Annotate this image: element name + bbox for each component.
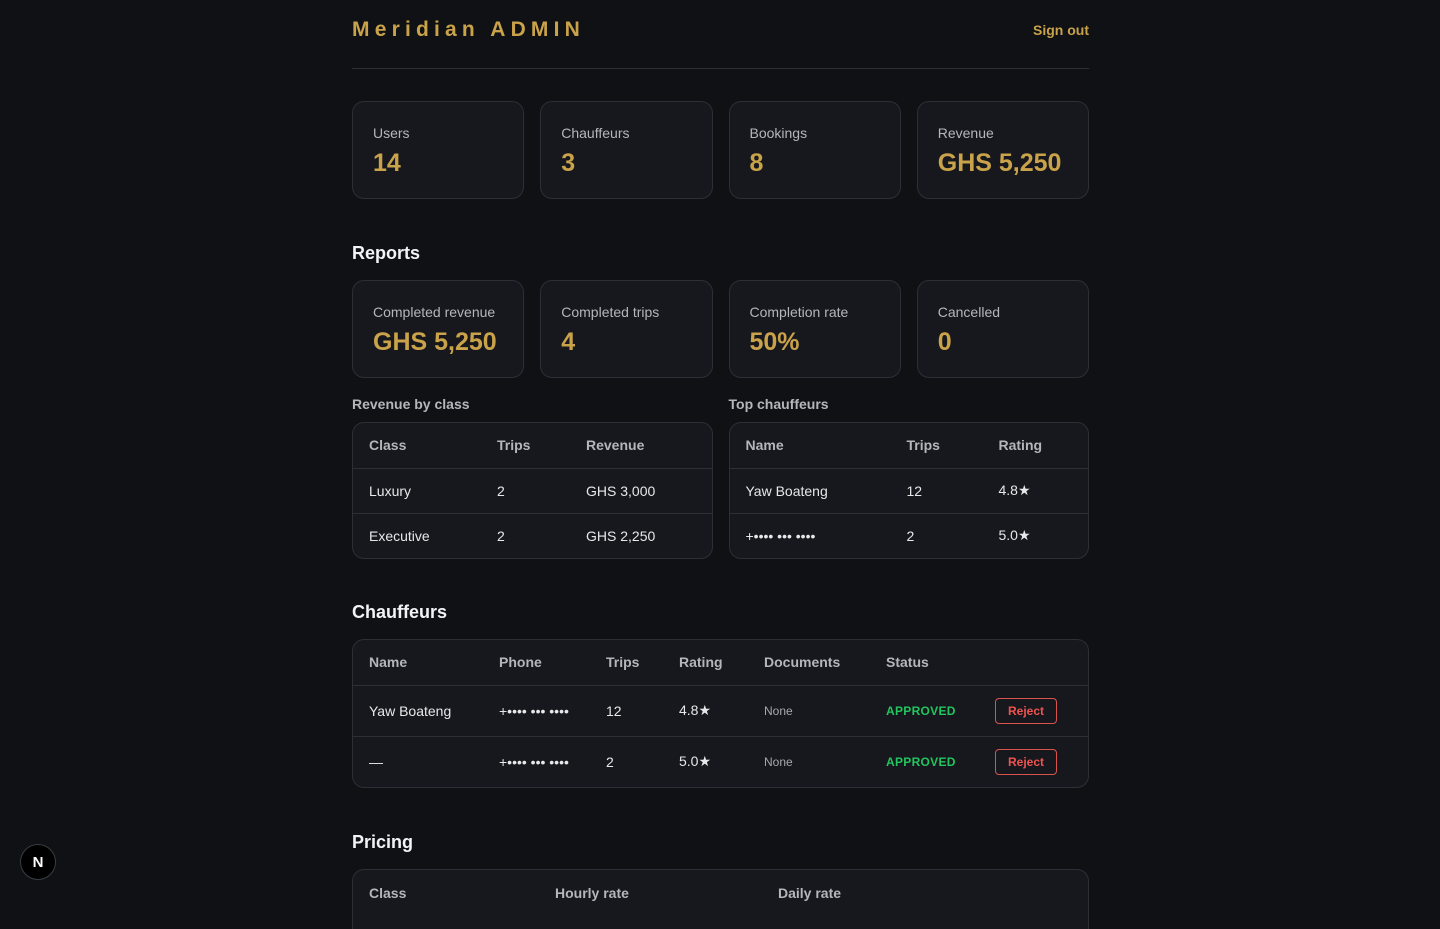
brand-title: Meridian ADMIN (352, 18, 586, 41)
table-cell: Yaw Boateng (729, 468, 891, 514)
column-header: Trips (890, 423, 983, 469)
revenue-by-class-table: Class Trips Revenue Luxury 2 GHS 3,000 E… (352, 422, 713, 559)
table-row: Yaw Boateng 12 4.8★ (729, 468, 1088, 514)
table-cell: Luxury (353, 468, 481, 514)
revenue-by-class-section: Revenue by class Class Trips Revenue Lux… (352, 395, 713, 559)
stat-card-bookings: Bookings 8 (728, 101, 901, 199)
top-chauffeurs-table: Name Trips Rating Yaw Boateng 12 4.8★ +•… (728, 422, 1089, 559)
stat-card-revenue: Revenue GHS 5,250 (916, 101, 1089, 199)
report-label: Cancelled (937, 304, 1001, 320)
table-header-row: Name Phone Trips Rating Documents Status (353, 640, 1088, 686)
chauffeur-name: Yaw Boateng (353, 685, 483, 737)
report-value: 50% (749, 328, 800, 356)
table-row: Yaw Boateng +•••• ••• •••• 12 4.8★ None … (353, 685, 1088, 737)
column-header: Phone (483, 640, 590, 686)
pricing-heading: Pricing (352, 832, 414, 852)
stat-value: 14 (373, 149, 401, 177)
pricing-table: Class Hourly rate Daily rate (352, 869, 1089, 929)
table-row: Executive 2 GHS 2,250 (353, 513, 712, 558)
report-card-completed-revenue: Completed revenue GHS 5,250 (352, 280, 525, 378)
reject-button[interactable]: Reject (995, 748, 1058, 775)
column-header: Class (353, 423, 481, 469)
chauffeur-trips: 2 (606, 753, 614, 770)
stat-label: Revenue (937, 125, 994, 141)
report-value: 4 (561, 328, 576, 356)
column-header: Rating (982, 423, 1088, 469)
column-header: Name (353, 640, 483, 686)
action-cell: Reject (979, 736, 1088, 787)
stat-card-users: Users 14 (352, 101, 525, 199)
chauffeurs-heading: Chauffeurs (352, 602, 448, 622)
table-cell: GHS 3,000 (570, 468, 712, 514)
table-cell: 12 (890, 468, 983, 514)
table-header-row: Name Trips Rating (729, 423, 1088, 469)
column-header: Rating (663, 640, 748, 686)
table-cell: +•••• ••• •••• (745, 527, 816, 544)
status-badge: APPROVED (886, 754, 956, 769)
chauffeur-documents: None (748, 685, 870, 737)
dev-badge-letter: N (32, 853, 44, 871)
report-card-completed-trips: Completed trips 4 (540, 280, 713, 378)
column-header: Trips (590, 640, 663, 686)
column-header: Status (870, 640, 979, 686)
chauffeur-phone: +•••• ••• •••• (499, 753, 569, 770)
action-cell: Reject (979, 685, 1088, 737)
chauffeur-documents: None (764, 754, 793, 769)
table-cell: 5.0★ (998, 527, 1031, 544)
table-header-row: Class Hourly rate Daily rate (353, 870, 1088, 916)
column-header: Revenue (570, 423, 712, 469)
column-header: Documents (748, 640, 870, 686)
revenue-by-class-title: Revenue by class (352, 396, 470, 412)
column-header: Class (369, 885, 407, 901)
reports-heading: Reports (352, 243, 421, 263)
top-chauffeurs-title: Top chauffeurs (728, 396, 829, 412)
chauffeur-rating: 5.0★ (679, 753, 712, 770)
stat-card-chauffeurs: Chauffeurs 3 (540, 101, 713, 199)
table-cell: GHS 2,250 (586, 527, 656, 544)
stat-value: GHS 5,250 (937, 149, 1062, 177)
stat-label: Chauffeurs (561, 125, 630, 141)
report-label: Completion rate (749, 304, 849, 320)
table-cell: 2 (906, 527, 915, 544)
report-card-completion-rate: Completion rate 50% (728, 280, 901, 378)
chauffeur-phone: +•••• ••• •••• (483, 685, 590, 737)
chauffeur-rating: 4.8★ (663, 685, 748, 737)
table-row: Luxury 2 GHS 3,000 (353, 468, 712, 514)
report-label: Completed trips (561, 304, 660, 320)
chauffeurs-table: Name Phone Trips Rating Documents Status… (352, 639, 1089, 788)
column-header: Name (729, 423, 891, 469)
table-cell: Executive (369, 527, 430, 544)
table-cell: 4.8★ (982, 468, 1088, 514)
column-header (979, 640, 1088, 686)
stat-value: 3 (561, 149, 576, 177)
sign-out-button[interactable]: Sign out (1033, 22, 1089, 38)
column-header: Hourly rate (555, 885, 629, 901)
report-value: GHS 5,250 (373, 328, 497, 356)
report-card-cancelled: Cancelled 0 (916, 280, 1089, 378)
column-header: Trips (481, 423, 570, 469)
report-cards: Completed revenue GHS 5,250 Completed tr… (352, 280, 1089, 378)
stat-value: 8 (749, 149, 764, 177)
table-row: +•••• ••• •••• 2 5.0★ (730, 513, 1089, 558)
stats-cards: Users 14 Chauffeurs 3 Bookings 8 Revenue… (352, 101, 1089, 199)
stat-label: Bookings (749, 125, 808, 141)
admin-page: Meridian ADMIN Sign out Users 14 Chauffe… (352, 0, 1089, 929)
report-label: Completed revenue (373, 304, 496, 320)
nextjs-dev-badge-icon[interactable]: N (20, 844, 56, 880)
table-cell: 2 (481, 468, 570, 514)
header: Meridian ADMIN Sign out (352, 0, 1089, 69)
stat-label: Users (373, 125, 410, 141)
column-header: Daily rate (778, 885, 842, 901)
top-chauffeurs-section: Top chauffeurs Name Trips Rating Yaw Boa… (728, 395, 1089, 559)
table-row: — +•••• ••• •••• 2 5.0★ None APPROVED Re… (353, 736, 1088, 787)
status-badge: APPROVED (870, 685, 979, 737)
chauffeur-name: — (369, 753, 383, 770)
report-value: 0 (937, 328, 952, 356)
table-header-row: Class Trips Revenue (353, 423, 712, 469)
chauffeur-trips: 12 (590, 685, 663, 737)
report-tables: Revenue by class Class Trips Revenue Lux… (352, 395, 1089, 559)
reject-button[interactable]: Reject (995, 697, 1058, 724)
table-cell: 2 (497, 527, 505, 544)
